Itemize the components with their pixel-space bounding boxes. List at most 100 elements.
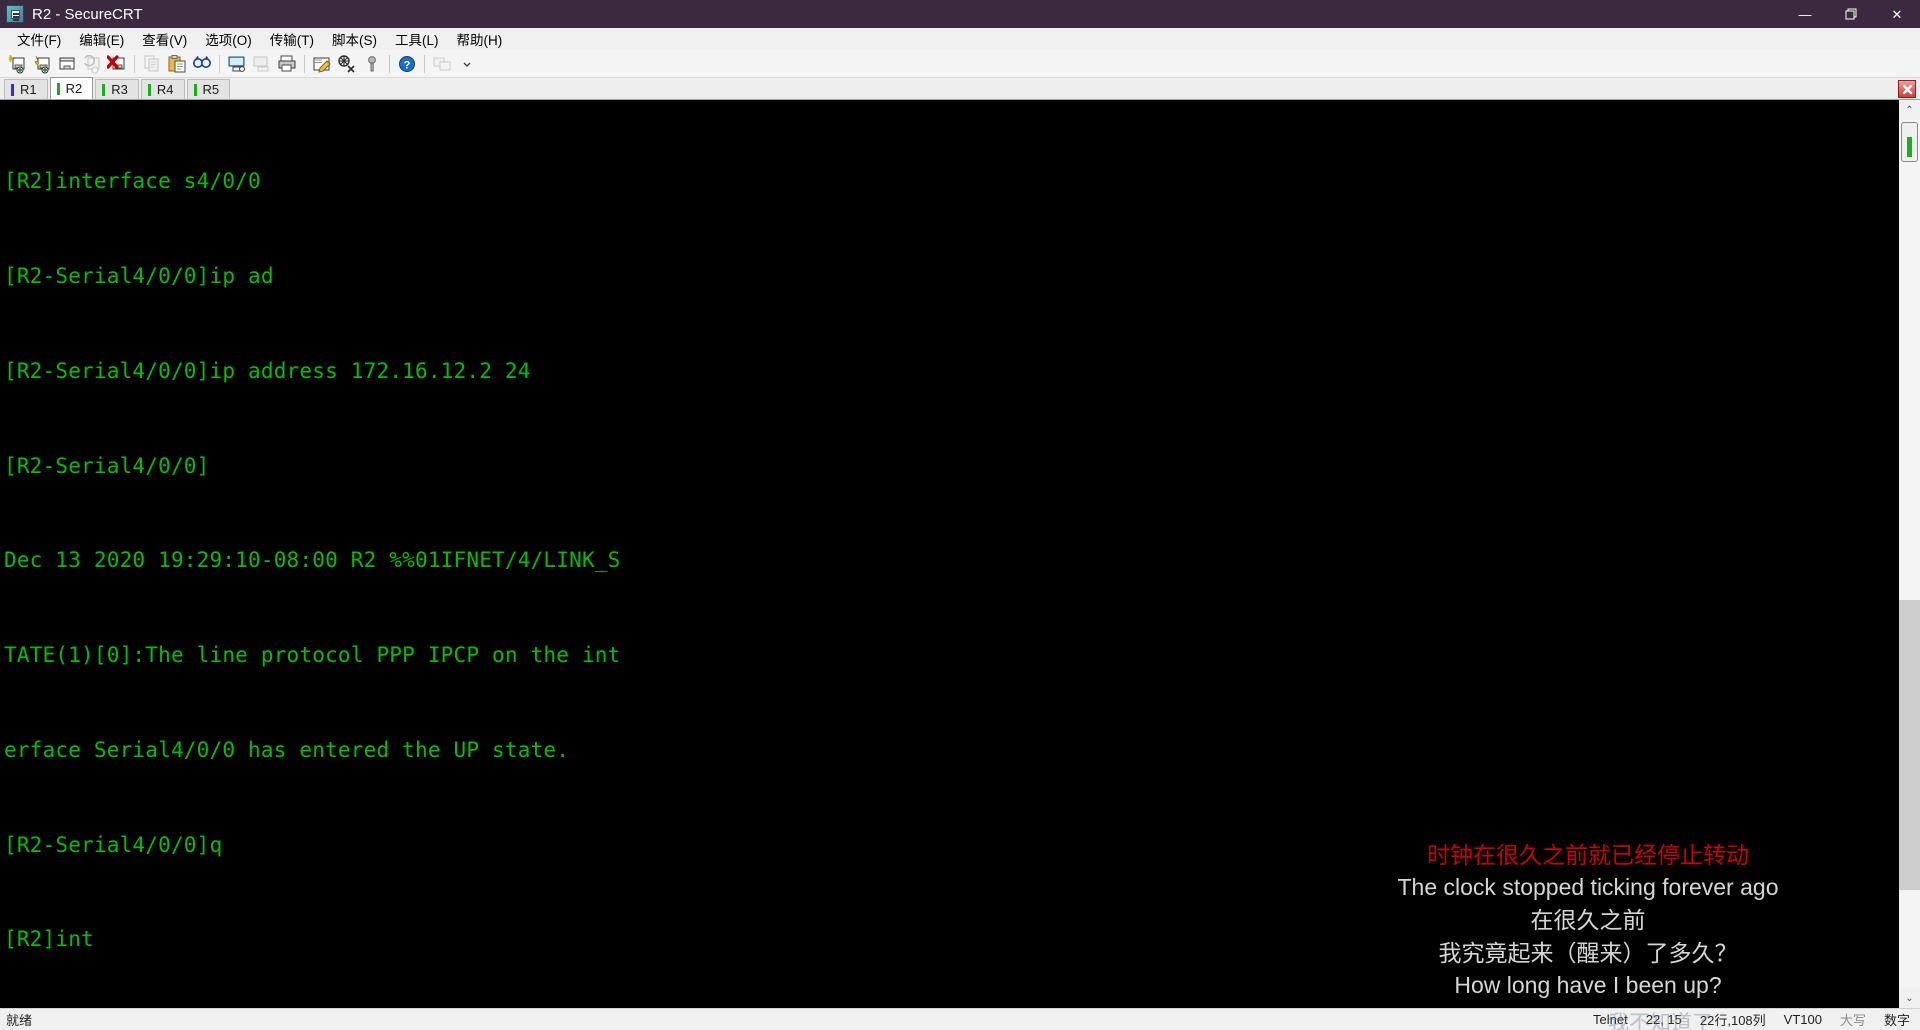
scrollbar-thumb[interactable] [1901,122,1918,162]
key-icon [368,55,376,71]
menu-transfer[interactable]: 传输(T) [261,27,323,51]
terminal-scrollbar[interactable]: ⌃ ⌄ [1898,100,1920,1008]
menu-options[interactable]: 选项(O) [196,27,261,51]
status-right-group: Telnet 22, 15 22行,108列 VT100 大写 数字 [1593,1010,1920,1029]
log-session-button[interactable] [225,52,249,76]
status-protocol: Telnet [1593,1012,1628,1027]
window-title: R2 - SecureCRT [32,5,143,23]
terminal-line: erface Serial4/0/0 has entered the UP st… [4,737,570,762]
tab-r3[interactable]: R3 [95,79,139,99]
tab-status-indicator-icon [147,83,151,96]
quick-connect-icon [34,55,50,73]
terminal-output[interactable]: [R2]interface s4/0/0 [R2-Serial4/0/0]ip … [0,100,1898,1008]
terminal-line: TATE(1)[0]:The line protocol PPP IPCP on… [4,643,621,668]
close-button[interactable]: ✕ [1874,0,1920,28]
scrollbar-track[interactable] [1899,120,1920,988]
menu-view[interactable]: 查看(V) [133,27,196,51]
tab-label: R3 [111,82,128,97]
scroll-up-button[interactable]: ⌃ [1899,100,1920,120]
scrollbar-page-region[interactable] [1899,600,1920,890]
copy-button[interactable] [140,52,164,76]
toolbar-separator [134,54,135,73]
scroll-down-button[interactable]: ⌄ [1899,988,1920,1008]
terminal-line: [R2]interface s4/0/0 [4,169,261,194]
maximize-button[interactable] [1828,0,1874,28]
status-emulation: VT100 [1783,1012,1822,1027]
status-caps: 大写 [1839,1013,1866,1028]
toolbar-separator [304,54,305,73]
svg-text:?: ? [404,59,411,71]
find-icon [193,55,211,68]
tile-windows-icon [433,57,451,70]
tab-status-indicator-icon [56,82,60,95]
reconnect-button[interactable] [80,52,104,76]
disconnect-button[interactable] [105,52,129,76]
reconnect-icon [84,54,100,73]
minimize-button[interactable]: — [1782,0,1828,28]
terminal-line: [R2-Serial4/0/0] [4,453,210,478]
status-bar: 就绪 Telnet 22, 15 22行,108列 VT100 大写 数字 我不… [0,1008,1920,1030]
global-options-button[interactable] [335,52,359,76]
toolbar-dropdown-button[interactable] [455,52,479,76]
print-button[interactable] [275,52,299,76]
print-screen-icon [253,56,269,71]
status-num: 数字 [1883,1013,1910,1028]
status-ready-text: 就绪 [6,1013,33,1028]
menu-help[interactable]: 帮助(H) [448,27,512,51]
new-session-icon [8,54,25,73]
status-size: 22行,108列 [1699,1013,1766,1028]
terminal-line: Dec 13 2020 19:29:10-08:00 R2 %%01IFNET/… [4,548,621,573]
new-session-button[interactable] [5,52,29,76]
tab-r1[interactable]: R1 [4,79,48,99]
terminal-line: [R2-Serial4/0/0]ip ad [4,263,274,288]
menu-edit[interactable]: 编辑(E) [70,27,133,51]
toolbar-separator [389,54,390,73]
menu-tools[interactable]: 工具(L) [386,27,448,51]
session-options-button[interactable] [310,52,334,76]
menu-bar: 文件(F) 编辑(E) 查看(V) 选项(O) 传输(T) 脚本(S) 工具(L… [0,28,1920,50]
help-icon: ? [399,55,415,72]
tab-label: R4 [156,82,174,97]
terminal-line: [R2-Serial4/0/0]ip address 172.16.12.2 2… [4,358,531,383]
terminal-line: [R2]int [4,927,94,952]
log-session-icon [228,56,245,72]
print-icon [278,55,296,71]
terminal-area: [R2]interface s4/0/0 [R2-Serial4/0/0]ip … [0,100,1920,1008]
paste-button[interactable] [165,52,189,76]
quick-connect-button[interactable] [30,52,54,76]
tab-r4[interactable]: R4 [140,79,185,99]
tab-status-indicator-icon [11,83,14,96]
tab-label: R2 [65,81,83,96]
paste-icon [168,54,186,72]
menu-script[interactable]: 脚本(S) [323,27,386,51]
maximize-icon [1845,8,1857,20]
chevron-down-icon [463,62,471,67]
toolbar: ? [0,50,1920,78]
print-screen-button[interactable] [250,52,274,76]
tab-r2[interactable]: R2 [49,77,94,99]
help-button[interactable]: ? [395,52,419,76]
securecrt-app-icon [6,5,24,23]
status-cursor: 22, 15 [1645,1012,1682,1027]
session-options-icon [313,57,331,73]
copy-icon [144,55,159,71]
tab-label: R1 [20,82,37,97]
tab-label: R5 [202,82,220,97]
tab-status-indicator-icon [102,83,106,96]
clone-session-icon [59,57,75,69]
tab-r5[interactable]: R5 [186,79,231,99]
clone-session-button[interactable] [55,52,79,76]
menu-file[interactable]: 文件(F) [8,27,70,51]
close-icon [1902,84,1912,94]
title-bar: R2 - SecureCRT — ✕ [0,0,1920,28]
disconnect-icon [107,54,125,69]
tab-bar: R1 R2 R3 R4 R5 [0,77,1920,100]
toolbar-separator [424,54,425,73]
key-button[interactable] [360,52,384,76]
tab-status-indicator-icon [193,83,197,96]
toolbar-separator [219,54,220,73]
close-tab-button[interactable] [1898,80,1916,98]
tile-windows-button[interactable] [430,52,454,76]
terminal-line: [R2-Serial4/0/0]q [4,832,223,857]
find-button[interactable] [190,52,214,76]
